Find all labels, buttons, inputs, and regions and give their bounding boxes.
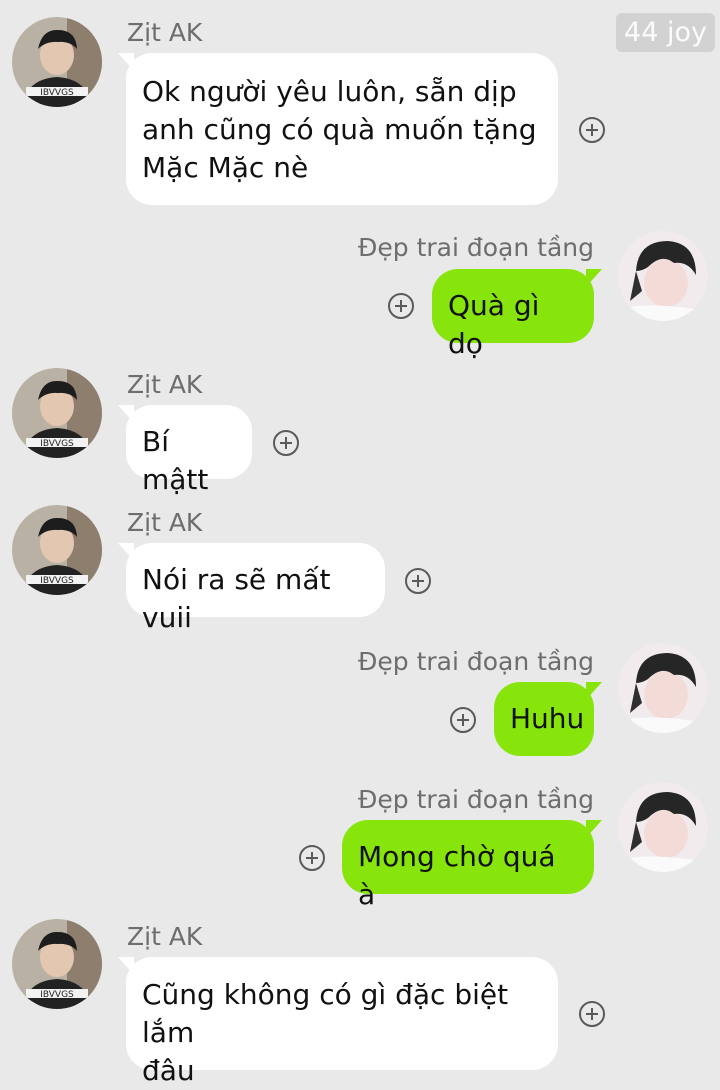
svg-text:IBVVGS: IBVVGS xyxy=(40,439,74,449)
avatar-girl-icon xyxy=(618,643,708,733)
message-bubble[interactable]: Bí mậtt xyxy=(118,405,252,496)
message-bubble[interactable]: Nói ra sẽ mất vuii xyxy=(118,543,385,634)
message-bubble[interactable]: Quà gì dọ xyxy=(432,269,602,360)
sender-name: Zịt AK xyxy=(127,370,203,399)
avatar[interactable]: IBVVGS xyxy=(12,17,102,107)
avatar-boy-icon: IBVVGS xyxy=(12,17,102,107)
sender-name: Đẹp trai đoạn tầng xyxy=(358,785,594,814)
message-text: Cũng không có gì đặc biệt lắm đâu xyxy=(142,978,509,1087)
message-text: Nói ra sẽ mất vuii xyxy=(142,563,331,634)
sender-name: Zịt AK xyxy=(127,18,203,47)
message-bubble[interactable]: Cũng không có gì đặc biệt lắm đâu xyxy=(118,957,558,1087)
message-text: Quà gì dọ xyxy=(448,289,540,360)
message-bubble[interactable]: Ok người yêu luôn, sẵn dịp anh cũng có q… xyxy=(118,53,558,205)
add-reaction-icon[interactable] xyxy=(579,117,605,143)
avatar-boy-icon: IBVVGS xyxy=(12,368,102,458)
avatar[interactable]: IBVVGS xyxy=(12,505,102,595)
sender-name: Zịt AK xyxy=(127,922,203,951)
add-reaction-icon[interactable] xyxy=(388,293,414,319)
avatar-girl-icon xyxy=(618,782,708,872)
message-bubble[interactable]: Mong chờ quá à xyxy=(342,820,602,911)
avatar[interactable] xyxy=(618,231,708,321)
sender-name: Đẹp trai đoạn tầng xyxy=(358,233,594,262)
svg-text:IBVVGS: IBVVGS xyxy=(40,88,74,98)
avatar-boy-icon: IBVVGS xyxy=(12,505,102,595)
message-text: Mong chờ quá à xyxy=(358,840,556,911)
sender-name: Zịt AK xyxy=(127,508,203,537)
avatar-boy-icon: IBVVGS xyxy=(12,919,102,1009)
svg-text:IBVVGS: IBVVGS xyxy=(40,576,74,586)
add-reaction-icon[interactable] xyxy=(579,1001,605,1027)
sender-name: Đẹp trai đoạn tầng xyxy=(358,647,594,676)
add-reaction-icon[interactable] xyxy=(299,845,325,871)
message-text: Huhu xyxy=(510,702,585,735)
avatar[interactable] xyxy=(618,782,708,872)
watermark: 44 joy xyxy=(616,13,715,52)
message-text: Bí mậtt xyxy=(142,425,209,496)
add-reaction-icon[interactable] xyxy=(450,707,476,733)
avatar[interactable]: IBVVGS xyxy=(12,368,102,458)
avatar[interactable] xyxy=(618,643,708,733)
avatar[interactable]: IBVVGS xyxy=(12,919,102,1009)
message-text: Ok người yêu luôn, sẵn dịp anh cũng có q… xyxy=(142,75,537,184)
svg-text:IBVVGS: IBVVGS xyxy=(40,990,74,1000)
add-reaction-icon[interactable] xyxy=(405,568,431,594)
message-bubble[interactable]: Huhu xyxy=(494,682,602,756)
add-reaction-icon[interactable] xyxy=(273,430,299,456)
avatar-girl-icon xyxy=(618,231,708,321)
